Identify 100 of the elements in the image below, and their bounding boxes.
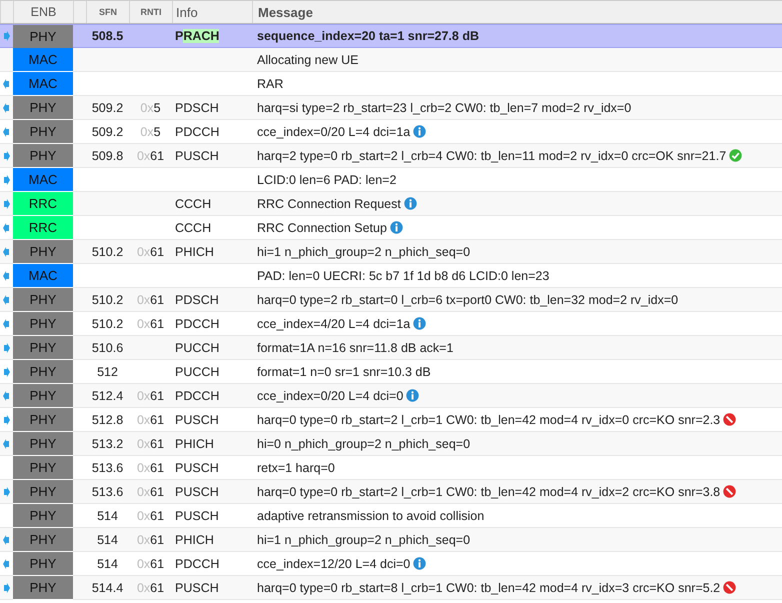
layer-label: PHY bbox=[13, 480, 73, 504]
layer-label: PHY bbox=[13, 312, 73, 336]
column-header[interactable]: SFN bbox=[86, 1, 129, 23]
layer-label: PHY bbox=[13, 336, 73, 360]
channel-name: PDCCH bbox=[175, 388, 220, 402]
sfn-value: 509.2 bbox=[92, 100, 124, 114]
message-text: retx=1 harq=0 bbox=[257, 460, 335, 474]
right-arrow-icon bbox=[3, 414, 10, 424]
rnti-value: 0x61 bbox=[136, 292, 164, 306]
left-arrow-icon bbox=[3, 126, 10, 136]
sfn-value: 510.2 bbox=[92, 244, 124, 258]
log-row[interactable]: PHY 510.2 0x61 PDSCH harq=0 type=2 rb_start=0 l_crb=6 tx=port0 CW0: tb_len=32 mod=2 rv_idx=0 bbox=[0, 288, 782, 312]
info-icon[interactable] bbox=[406, 389, 420, 402]
layer-label: PHY bbox=[13, 144, 73, 168]
layer-label: PHY bbox=[13, 552, 73, 576]
message-text: LCID:0 len=6 PAD: len=2 bbox=[257, 172, 396, 186]
layer-label: PHY bbox=[13, 408, 73, 432]
log-row[interactable]: MAC LCID:0 len=6 PAD: len=2 bbox=[0, 168, 782, 192]
log-row[interactable]: PHY 514 0x61 PUSCH adaptive retransmission to avoid collision bbox=[0, 504, 782, 528]
info-icon[interactable] bbox=[413, 317, 426, 330]
log-row[interactable]: PHY 509.8 0x61 PUSCH harq=2 type=0 rb_start=2 l_crb=4 CW0: tb_len=11 mod=2 rv_idx=0 crc=OK snr=21.7 bbox=[0, 144, 782, 168]
sfn-value: 512.8 bbox=[92, 412, 124, 426]
log-row[interactable]: PHY 514 0x61 PDCCH cce_index=12/20 L=4 dci=0 bbox=[0, 552, 782, 576]
message-text: adaptive retransmission to avoid collision bbox=[257, 508, 484, 522]
log-row[interactable]: PHY 510.2 0x61 PDCCH cce_index=4/20 L=4 dci=1a bbox=[0, 312, 782, 336]
info-icon[interactable] bbox=[413, 125, 426, 138]
message-text: Allocating new UE bbox=[257, 52, 358, 66]
log-row[interactable]: PHY 512 PUCCH format=1 n=0 sr=1 snr=10.3 dB bbox=[0, 360, 782, 384]
layer-label: PHY bbox=[13, 456, 73, 480]
log-row[interactable]: PHY 510.2 0x61 PHICH hi=1 n_phich_group=2 n_phich_seq=0 bbox=[0, 240, 782, 264]
column-header[interactable]: RNTI bbox=[129, 1, 172, 23]
rnti-value: 0x61 bbox=[136, 460, 164, 474]
log-row[interactable]: RRC CCCH RRC Connection Setup bbox=[0, 216, 782, 240]
log-row[interactable]: PHY 513.2 0x61 PHICH hi=0 n_phich_group=2 n_phich_seq=0 bbox=[0, 432, 782, 456]
channel-name: PUSCH bbox=[175, 412, 219, 426]
log-row[interactable]: PHY 509.2 0x5 PDSCH harq=si type=2 rb_start=23 l_crb=2 CW0: tb_len=7 mod=2 rv_idx=0 bbox=[0, 96, 782, 120]
sfn-value: 510.2 bbox=[92, 292, 124, 306]
message-text: harq=0 type=2 rb_start=0 l_crb=6 tx=port0 CW0: tb_len=32 mod=2 rv_idx=0 bbox=[257, 292, 678, 306]
sfn-value: 510.6 bbox=[92, 340, 124, 354]
log-row[interactable]: PHY 513.6 0x61 PUSCH retx=1 harq=0 bbox=[0, 456, 782, 480]
layer-label: PHY bbox=[13, 120, 73, 144]
channel-name: PHICH bbox=[175, 532, 214, 546]
message-text: hi=0 n_phich_group=2 n_phich_seq=0 bbox=[257, 436, 470, 450]
column-header[interactable]: ENB bbox=[13, 1, 73, 23]
message-text: harq=0 type=0 rb_start=2 l_crb=1 CW0: tb_len=42 mod=4 rv_idx=0 crc=KO snr=2.3 bbox=[257, 412, 720, 426]
layer-label: MAC bbox=[13, 168, 73, 192]
message-text: format=1A n=16 snr=11.8 dB ack=1 bbox=[257, 340, 454, 354]
channel-name: PUCCH bbox=[175, 364, 220, 378]
right-arrow-icon bbox=[3, 174, 10, 184]
rnti-value: 0x5 bbox=[140, 100, 161, 114]
layer-label: PHY bbox=[13, 432, 73, 456]
left-arrow-icon bbox=[3, 438, 10, 448]
channel-name: PUCCH bbox=[175, 340, 220, 354]
channel-name: PUSCH bbox=[175, 460, 219, 474]
left-arrow-icon bbox=[3, 534, 10, 544]
log-row[interactable]: RRC CCCH RRC Connection Request bbox=[0, 192, 782, 216]
layer-label: PHY bbox=[13, 25, 73, 49]
log-row[interactable]: PHY 509.2 0x5 PDCCH cce_index=0/20 L=4 dci=1a bbox=[0, 120, 782, 144]
channel-name: PUSCH bbox=[175, 484, 219, 498]
column-header[interactable]: Info bbox=[172, 1, 252, 23]
channel-name: PDSCH bbox=[175, 100, 219, 114]
log-row[interactable]: PHY 514.4 0x61 PUSCH harq=0 type=0 rb_start=8 l_crb=1 CW0: tb_len=42 mod=4 rv_idx=3 crc=KO snr=5.2 bbox=[0, 576, 782, 600]
message-text: harq=2 type=0 rb_start=2 l_crb=4 CW0: tb_len=11 mod=2 rv_idx=0 crc=OK snr=21.7 bbox=[257, 148, 726, 162]
log-row[interactable]: MAC Allocating new UE bbox=[0, 48, 782, 72]
sfn-value: 513.6 bbox=[92, 460, 124, 474]
column-header[interactable]: Message bbox=[252, 1, 782, 23]
rnti-value: 0x61 bbox=[136, 436, 164, 450]
channel-name: PDCCH bbox=[175, 556, 220, 570]
rnti-value: 0x61 bbox=[136, 508, 164, 522]
message-text: hi=1 n_phich_group=2 n_phich_seq=0 bbox=[257, 532, 470, 546]
layer-label: PHY bbox=[13, 528, 73, 552]
channel-name: PHICH bbox=[175, 436, 214, 450]
right-arrow-icon bbox=[3, 31, 10, 41]
log-row[interactable]: PHY 514 0x61 PHICH hi=1 n_phich_group=2 n_phich_seq=0 bbox=[0, 528, 782, 552]
log-row[interactable]: MAC PAD: len=0 UECRI: 5c b7 1f 1d b8 d6 LCID:0 len=23 bbox=[0, 264, 782, 288]
sfn-value: 514 bbox=[97, 556, 118, 570]
message-text: cce_index=0/20 L=4 dci=1a bbox=[257, 124, 410, 138]
right-arrow-icon bbox=[3, 366, 10, 376]
message-text: harq=0 type=0 rb_start=2 l_crb=1 CW0: tb_len=42 mod=4 rv_idx=2 crc=KO snr=3.8 bbox=[257, 484, 720, 498]
layer-label: PHY bbox=[13, 240, 73, 264]
channel-name: PUSCH bbox=[175, 508, 219, 522]
log-row[interactable]: PHY 510.6 PUCCH format=1A n=16 snr=11.8 dB ack=1 bbox=[0, 336, 782, 360]
log-row[interactable]: PHY 512.4 0x61 PDCCH cce_index=0/20 L=4 dci=0 bbox=[0, 384, 782, 408]
rnti-value: 0x61 bbox=[136, 484, 164, 498]
info-icon[interactable] bbox=[404, 197, 417, 210]
log-row[interactable]: MAC RAR bbox=[0, 72, 782, 96]
info-icon[interactable] bbox=[413, 557, 426, 570]
left-arrow-icon bbox=[3, 270, 10, 280]
right-arrow-icon bbox=[3, 342, 10, 352]
channel-name: PDCCH bbox=[175, 316, 220, 330]
sfn-value: 509.8 bbox=[92, 148, 124, 162]
message-text: cce_index=12/20 L=4 dci=0 bbox=[257, 556, 410, 570]
log-row[interactable]: PHY 513.6 0x61 PUSCH harq=0 type=0 rb_start=2 l_crb=1 CW0: tb_len=42 mod=4 rv_idx=2 crc=KO snr=3.8 bbox=[0, 480, 782, 504]
rnti-value: 0x5 bbox=[140, 124, 161, 138]
log-row[interactable]: PHY 508.5 PRACH sequence_index=20 ta=1 snr=27.8 dB bbox=[0, 24, 782, 48]
info-icon[interactable] bbox=[390, 221, 403, 234]
sfn-value: 514 bbox=[97, 532, 118, 546]
right-arrow-icon bbox=[3, 582, 10, 592]
log-row[interactable]: PHY 512.8 0x61 PUSCH harq=0 type=0 rb_start=2 l_crb=1 CW0: tb_len=42 mod=4 rv_idx=0 crc=KO snr=2.3 bbox=[0, 408, 782, 432]
left-arrow-icon bbox=[3, 102, 10, 112]
